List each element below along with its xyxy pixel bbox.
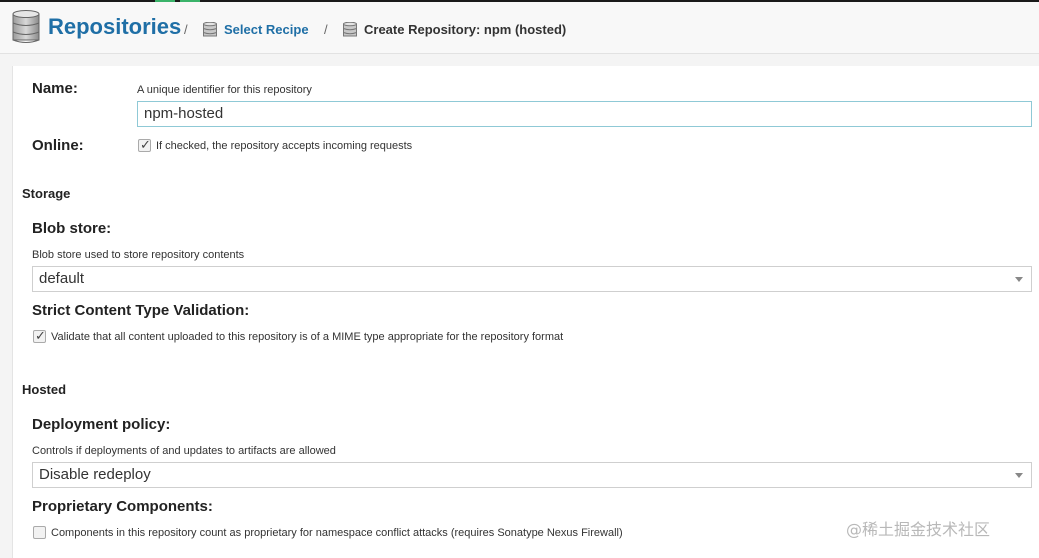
blob-store-value: default: [39, 270, 85, 287]
breadcrumb-current: Create Repository: npm (hosted): [364, 22, 567, 37]
database-icon: [203, 22, 217, 38]
blob-store-help: Blob store used to store repository cont…: [32, 249, 245, 261]
proprietary-label: Proprietary Components:: [32, 498, 213, 515]
deployment-policy-help: Controls if deployments of and updates t…: [32, 445, 336, 457]
strict-validation-checkbox[interactable]: ✓: [33, 328, 46, 343]
page-header: Repositories / Select Recipe / Create Re…: [0, 2, 1039, 54]
name-help: A unique identifier for this repository: [137, 84, 312, 96]
chevron-down-icon: [1015, 473, 1023, 478]
proprietary-checkbox-label: Components in this repository count as p…: [51, 527, 623, 539]
proprietary-checkbox[interactable]: [33, 526, 46, 539]
deployment-policy-select[interactable]: Disable redeploy: [32, 462, 1032, 488]
name-input[interactable]: npm-hosted: [137, 101, 1032, 127]
blob-store-select[interactable]: default: [32, 266, 1032, 292]
strict-validation-checkbox-label: Validate that all content uploaded to th…: [51, 331, 564, 343]
name-label: Name:: [32, 80, 78, 97]
strict-validation-label: Strict Content Type Validation:: [32, 302, 250, 319]
deployment-policy-value: Disable redeploy: [39, 466, 151, 483]
hosted-section-title: Hosted: [22, 382, 67, 397]
page-title[interactable]: Repositories: [48, 14, 181, 40]
storage-section-title: Storage: [22, 186, 71, 201]
chevron-down-icon: [1015, 277, 1023, 282]
online-checkbox-label: If checked, the repository accepts incom…: [156, 140, 413, 152]
online-checkbox[interactable]: ✓: [138, 137, 151, 152]
watermark: @稀土掘金技术社区: [846, 520, 991, 539]
online-label: Online:: [32, 137, 84, 154]
deployment-policy-label: Deployment policy:: [32, 416, 171, 433]
check-icon: ✓: [35, 328, 46, 343]
breadcrumb-select-recipe[interactable]: Select Recipe: [224, 22, 309, 37]
check-icon: ✓: [140, 137, 151, 152]
database-icon: [343, 22, 357, 38]
breadcrumb-separator: /: [324, 22, 328, 37]
database-icon: [12, 10, 40, 44]
breadcrumb-separator: /: [184, 22, 188, 37]
blob-store-label: Blob store:: [32, 220, 112, 237]
